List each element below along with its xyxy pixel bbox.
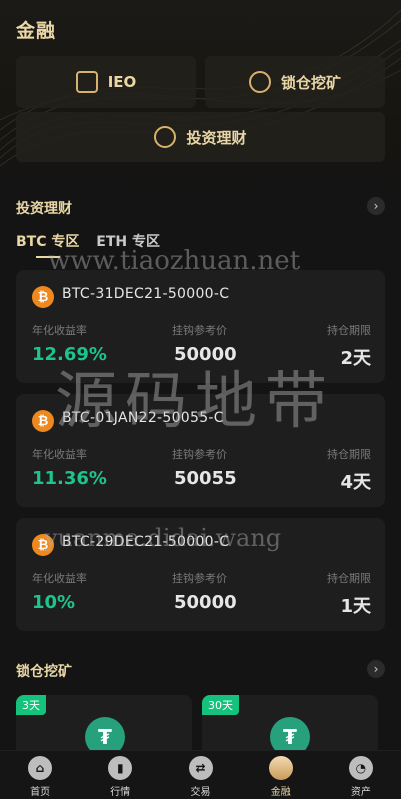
nav-item-market[interactable]: ▮ 行情 [80, 751, 160, 799]
bar-chart-icon: ▮ [108, 756, 133, 780]
rate-value: 12.69% [32, 344, 107, 365]
chevron-right-icon: › [373, 662, 379, 676]
rate-value: 10% [32, 592, 76, 613]
invest-tile-label: 投资理财 [186, 128, 247, 147]
nav-label: 首页 [30, 787, 51, 798]
invest-section-title: 投资理财 [16, 201, 72, 217]
ref-price-value: 50000 [174, 344, 237, 365]
product-name: BTC-31DEC21-50000-C [62, 286, 230, 302]
term-value: 1天 [340, 596, 371, 617]
nav-label: 资产 [350, 787, 371, 798]
ieo-label: IEO [107, 73, 137, 91]
ref-price-value: 50000 [174, 592, 237, 613]
lock-mining-tile[interactable]: 锁仓挖矿 [205, 56, 385, 108]
btc-icon: ₿ [32, 286, 54, 308]
tab-indicator [36, 256, 60, 258]
nav-label: 金融 [270, 787, 291, 798]
days-badge: 30天 [202, 695, 239, 715]
ref-price-value: 50055 [174, 468, 237, 489]
product-card[interactable]: ₿ BTC-29DEC21-50000-C 年化收益率 挂钩参考价 持仓期限 1… [16, 518, 385, 631]
product-name: BTC-29DEC21-50000-C [62, 534, 230, 550]
target-coin-icon [154, 126, 177, 148]
pie-chart-icon: ◔ [348, 756, 373, 780]
document-chart-icon [75, 71, 98, 93]
ref-price-label: 挂钩参考价 [172, 572, 227, 585]
rate-value: 11.36% [32, 468, 107, 489]
term-value: 2天 [340, 348, 371, 369]
term-value: 4天 [340, 472, 371, 493]
chevron-right-icon: › [373, 199, 379, 213]
term-label: 持仓期限 [327, 572, 371, 585]
lock-mining-card[interactable]: 3天 ₮ [16, 695, 192, 755]
nav-label: 行情 [110, 787, 131, 798]
ref-price-label: 挂钩参考价 [172, 324, 227, 337]
term-label: 持仓期限 [327, 324, 371, 337]
invest-tile[interactable]: 投资理财 [16, 112, 385, 162]
tab-btc-zone[interactable]: BTC 专区 [16, 234, 79, 250]
nav-item-assets[interactable]: ◔ 资产 [321, 751, 401, 799]
finance-icon [268, 756, 293, 780]
term-label: 持仓期限 [327, 448, 371, 461]
coin-hand-icon [248, 71, 271, 93]
nav-item-home[interactable]: ⌂ 首页 [0, 751, 80, 799]
page-title: 金融 [16, 20, 57, 42]
days-badge: 3天 [16, 695, 46, 715]
invest-more-button[interactable]: › [367, 197, 385, 215]
ref-price-label: 挂钩参考价 [172, 448, 227, 461]
lock-mining-more-button[interactable]: › [367, 660, 385, 678]
rate-label: 年化收益率 [32, 448, 87, 461]
bottom-nav: ⌂ 首页 ▮ 行情 ⇄ 交易 金融 ◔ 资产 [0, 750, 401, 799]
exchange-icon: ⇄ [188, 756, 213, 780]
nav-item-trade[interactable]: ⇄ 交易 [160, 751, 240, 799]
tab-eth-zone[interactable]: ETH 专区 [96, 234, 160, 250]
lock-mining-section-title: 锁仓挖矿 [16, 664, 72, 680]
lock-mining-label: 锁仓挖矿 [280, 73, 341, 92]
btc-icon: ₿ [32, 410, 54, 432]
rate-label: 年化收益率 [32, 324, 87, 337]
nav-label: 交易 [190, 787, 211, 798]
rate-label: 年化收益率 [32, 572, 87, 585]
product-card[interactable]: ₿ BTC-31DEC21-50000-C 年化收益率 挂钩参考价 持仓期限 1… [16, 270, 385, 383]
ieo-tile[interactable]: IEO [16, 56, 196, 108]
zone-tabs: BTC 专区 ETH 专区 [16, 231, 172, 251]
btc-icon: ₿ [32, 534, 54, 556]
lock-mining-card[interactable]: 30天 ₮ [202, 695, 378, 755]
product-card[interactable]: ₿ BTC-01JAN22-50055-C 年化收益率 挂钩参考价 持仓期限 1… [16, 394, 385, 507]
nav-item-finance[interactable]: 金融 [241, 751, 321, 799]
home-icon: ⌂ [28, 756, 53, 780]
product-name: BTC-01JAN22-50055-C [62, 410, 224, 426]
